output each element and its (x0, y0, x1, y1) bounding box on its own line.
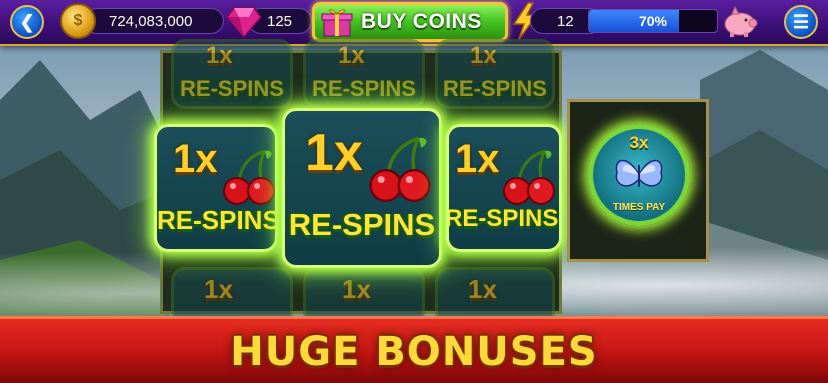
tile-label: RE-SPINS (288, 207, 436, 242)
tile-multiplier: 1x (470, 42, 497, 69)
level-number: 12 (557, 12, 574, 30)
winning-tile: 1x RE-SPINS (154, 124, 278, 252)
gem-count: 125 (267, 12, 293, 30)
tile-multiplier: 1x (204, 274, 233, 304)
cherry-icon (503, 149, 555, 205)
tile-label: RE-SPINS (180, 76, 284, 101)
tile-multiplier: 1x (206, 42, 233, 69)
tile-label: RE-SPINS (446, 205, 559, 232)
pink-gem-icon (226, 7, 262, 38)
bonus-label: TIMES PAY (612, 202, 666, 213)
cherry-icon (369, 136, 431, 202)
bonus-multiplier: 3x (629, 133, 649, 152)
reel-tile: 1x RE-SPINS (303, 39, 425, 109)
winning-tile: 1x RE-SPINS (446, 124, 562, 252)
reel-tile: 1x RE-SPINS (171, 39, 293, 109)
times-pay-medal: 3x TIMES PAY (588, 124, 690, 226)
promo-banner: HUGE BONUSES (0, 316, 828, 383)
tile-label: RE-SPINS (443, 76, 547, 101)
tile-multiplier: 1x (173, 137, 218, 181)
tile-label: RE-SPINS (157, 205, 278, 235)
reel-tile: 1x RE-SPINS (435, 39, 555, 109)
hamburger-menu-icon: ☰ (792, 11, 810, 32)
tile-label: RE-SPINS (312, 76, 416, 101)
banner-title: HUGE BONUSES (230, 329, 598, 375)
gold-coin-icon: $ (60, 3, 96, 39)
cherry-icon (223, 149, 275, 205)
xp-progress-bar: 70% (588, 9, 718, 33)
tile-multiplier: 1x (305, 124, 363, 182)
tile-multiplier: 1x (338, 42, 365, 69)
bonus-symbol-tile: 3x TIMES PAY (567, 99, 709, 262)
winning-tile-center: 1x RE-SPINS (282, 108, 442, 268)
menu-button[interactable]: ☰ (784, 5, 818, 39)
gift-box-icon (321, 9, 353, 37)
tile-multiplier: 1x (468, 274, 497, 304)
chevron-left-icon: ❮ (19, 11, 35, 32)
coin-balance: 724,083,000 (84, 8, 224, 34)
tile-multiplier: 1x (342, 274, 371, 304)
buy-coins-button[interactable]: BUY COINS (312, 2, 508, 42)
xp-progress-label: 70% (638, 13, 668, 29)
back-button[interactable]: ❮ (10, 5, 44, 39)
butterfly-icon (615, 159, 663, 187)
tile-multiplier: 1x (455, 137, 500, 181)
piggy-bank-icon[interactable] (720, 5, 760, 39)
buy-coins-label: BUY COINS (361, 10, 482, 33)
coin-count: 724,083,000 (109, 12, 193, 30)
